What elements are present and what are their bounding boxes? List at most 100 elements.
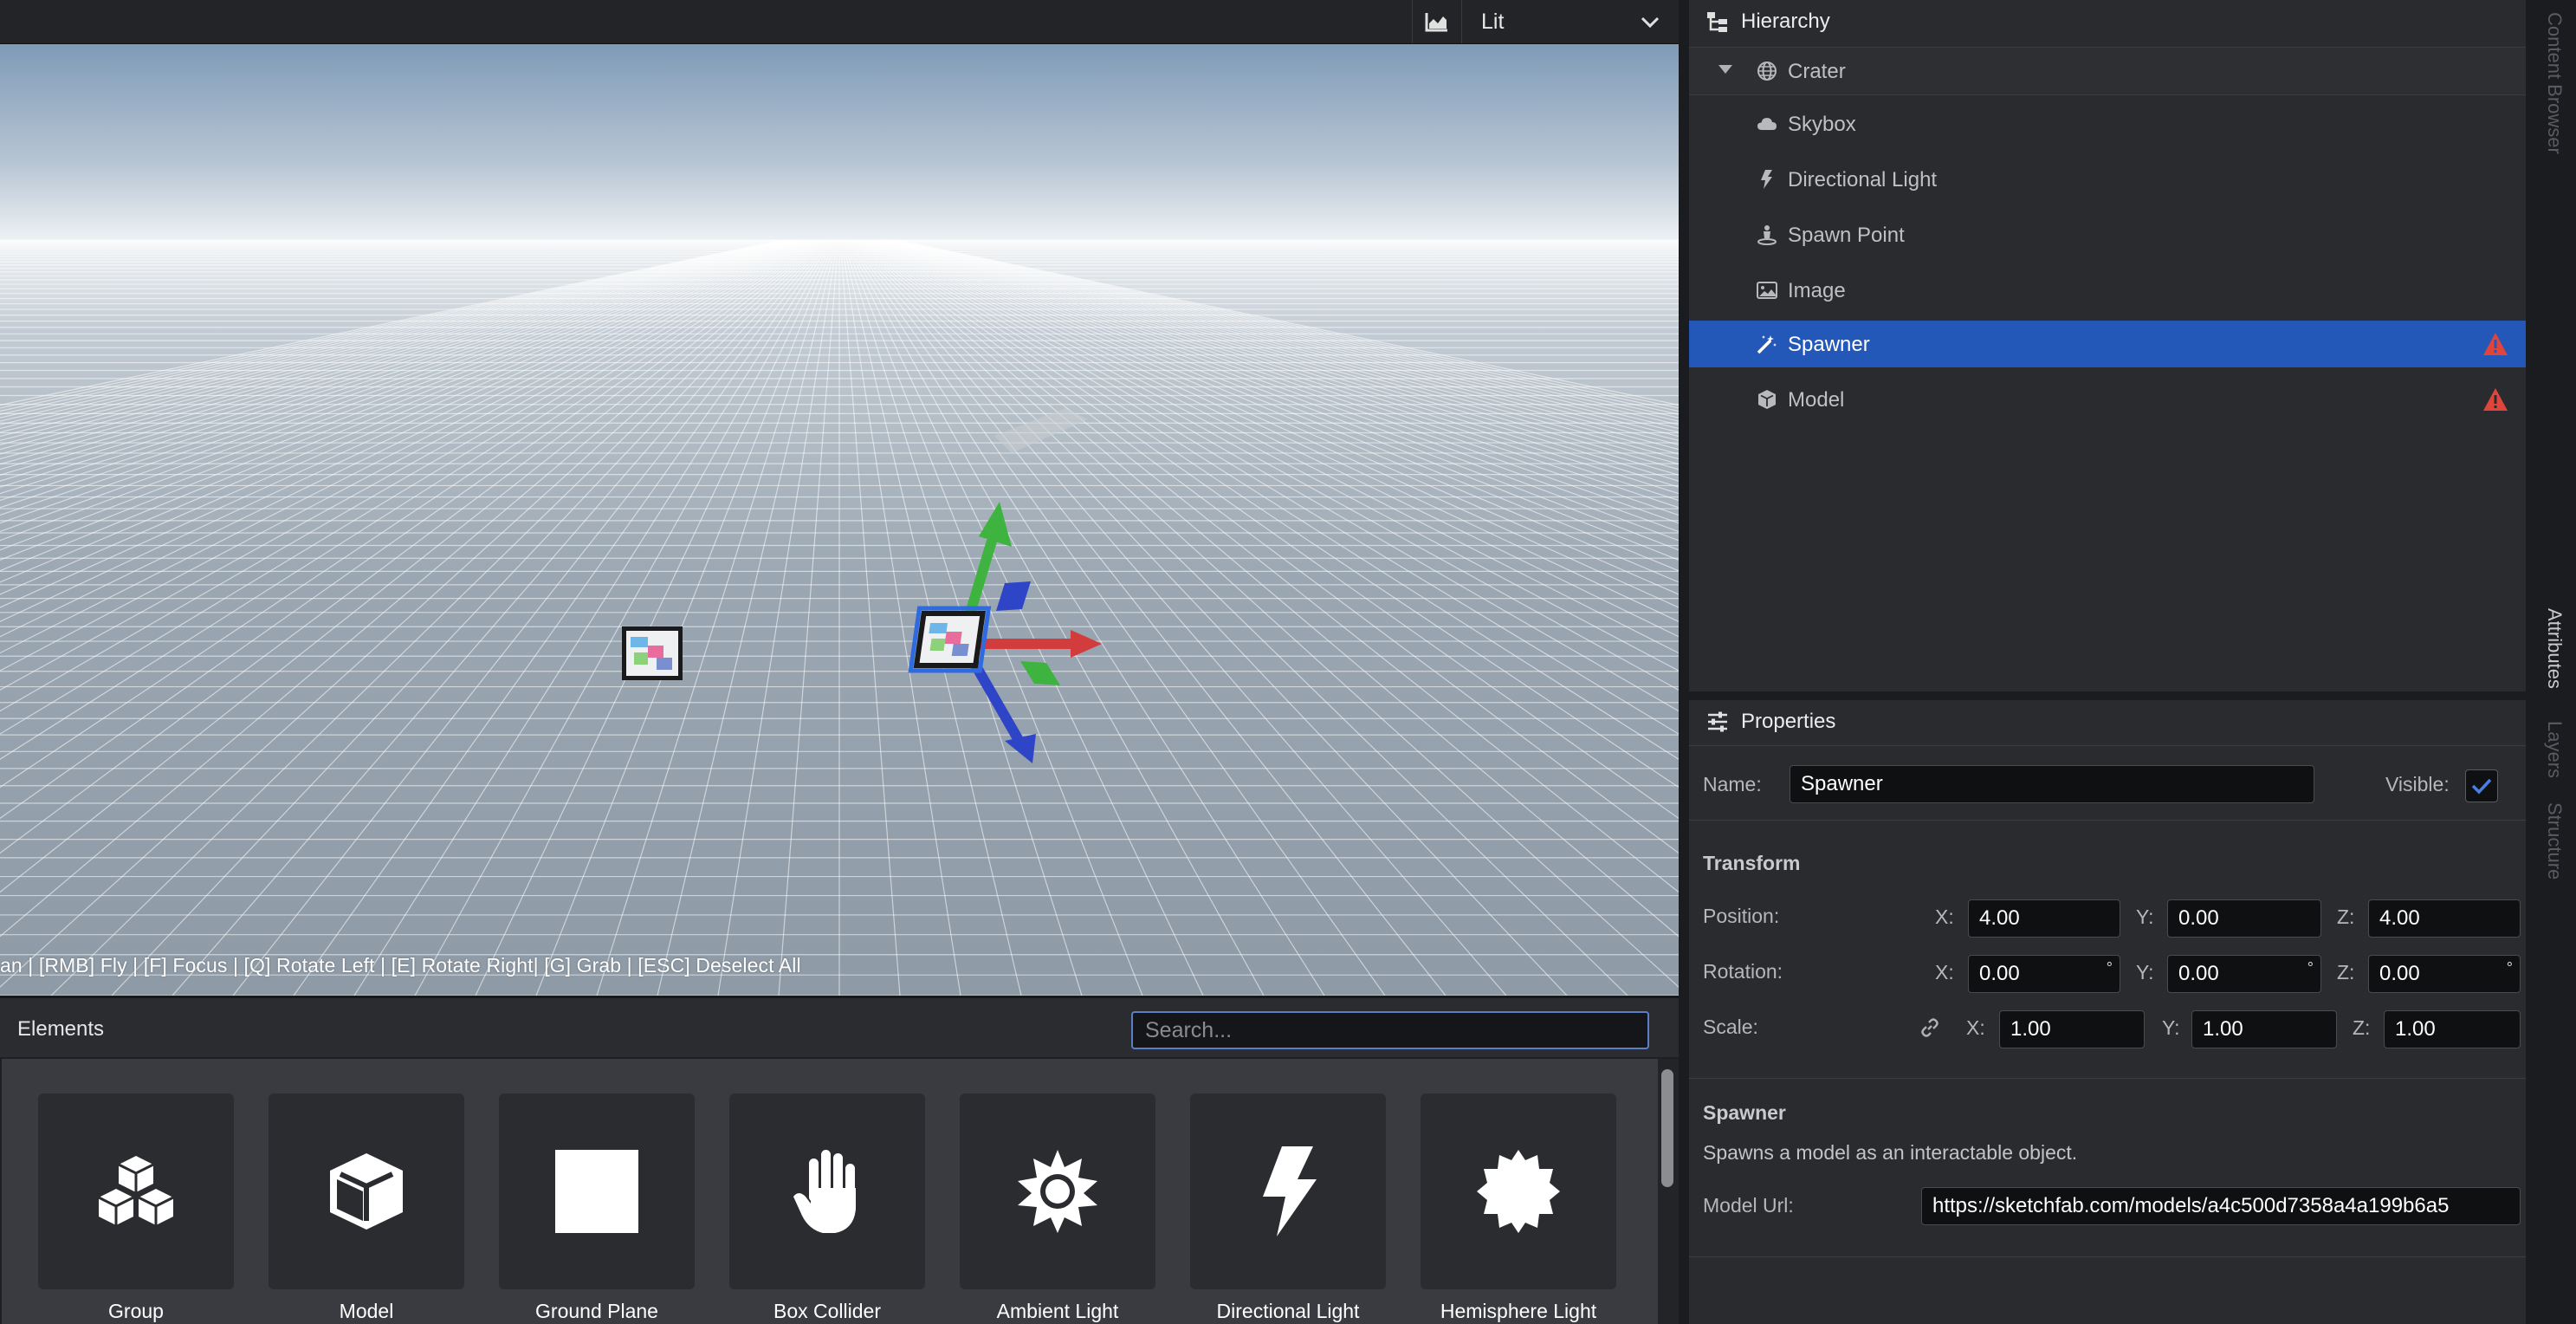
scale-y-input[interactable]: 1.00 [2191, 1010, 2337, 1048]
tree-item-label: Spawn Point [1788, 224, 1905, 247]
rotation-y-label: Y: [2136, 961, 2154, 983]
element-box-collider[interactable]: Box Collider [729, 1094, 925, 1323]
elements-panel: Elements Group [0, 996, 1679, 1324]
element-ambient-light[interactable]: Ambient Light [960, 1094, 1155, 1323]
tab-structure[interactable]: Structure [2543, 802, 2566, 879]
magic-wand-icon [1757, 334, 1777, 354]
visible-label: Visible: [2385, 773, 2450, 795]
name-input[interactable]: Spawner [1790, 765, 2314, 803]
scene-viewport[interactable]: an | [RMB] Fly | [F] Focus | [Q] Rotate … [0, 44, 1679, 996]
tree-item-spawn-point[interactable]: Spawn Point [1689, 211, 2526, 258]
tree-item-crater[interactable]: Crater [1689, 47, 2526, 95]
rotation-label: Rotation: [1703, 960, 1783, 983]
hierarchy-title: Hierarchy [1741, 10, 1830, 33]
element-label: Hemisphere Light [1440, 1300, 1597, 1322]
properties-title: Properties [1741, 710, 1836, 733]
rotation-z-label: Z: [2337, 961, 2355, 983]
scale-y-label: Y: [2162, 1016, 2180, 1039]
scale-x-label: X: [1966, 1016, 1985, 1039]
elements-search-input[interactable] [1131, 1011, 1649, 1049]
elements-title: Elements [17, 1017, 105, 1041]
hierarchy-panel: Hierarchy Crater Skybox Directional Ligh… [1689, 0, 2526, 691]
position-label: Position: [1703, 905, 1780, 927]
cube-icon [1757, 389, 1777, 410]
scale-label: Scale: [1703, 1016, 1758, 1038]
component-description: Spawns a model as an interactable object… [1703, 1141, 2078, 1164]
element-label: Directional Light [1216, 1300, 1360, 1322]
rotation-x-label: X: [1935, 961, 1954, 983]
tab-content-browser[interactable]: Content Browser [2543, 12, 2566, 154]
viewport-controls-hint: an | [RMB] Fly | [F] Focus | [Q] Rotate … [0, 954, 801, 977]
cloud-icon [1757, 114, 1777, 134]
viewport-toolbar: Lit [0, 0, 1679, 44]
elements-grid: Group Model Ground Plane Box Collider Am… [2, 1059, 1658, 1324]
tree-item-label: Skybox [1788, 113, 1856, 136]
tree-item-label: Crater [1788, 60, 1846, 83]
properties-header: Properties [1689, 700, 2526, 743]
tree-item-directional-light[interactable]: Directional Light [1689, 156, 2526, 203]
chevron-down-icon [1641, 16, 1660, 29]
position-z-label: Z: [2337, 905, 2355, 928]
position-y-input[interactable]: 0.00 [2167, 899, 2321, 938]
scale-z-label: Z: [2353, 1016, 2371, 1039]
inspector-column: Hierarchy Crater Skybox Directional Ligh… [1679, 0, 2536, 1324]
elements-scrollbar-thumb[interactable] [1661, 1069, 1673, 1187]
scale-z-input[interactable]: 1.00 [2384, 1010, 2521, 1048]
tree-item-label: Spawner [1788, 333, 1870, 356]
bolt-icon [1263, 1146, 1317, 1236]
element-label: Box Collider [773, 1300, 881, 1322]
element-label: Ground Plane [535, 1300, 658, 1322]
burst-icon [1477, 1150, 1560, 1233]
hand-icon [793, 1150, 856, 1233]
element-label: Model [339, 1300, 394, 1322]
bolt-icon [1757, 169, 1777, 190]
globe-icon [1757, 61, 1777, 81]
component-title: Spawner [1703, 1101, 1786, 1124]
tree-item-spawner[interactable]: Spawner [1689, 321, 2526, 367]
chart-icon [1425, 13, 1447, 32]
image-billboard-icon[interactable] [622, 626, 683, 680]
link-icon[interactable] [1919, 1017, 1940, 1038]
sky [0, 44, 1679, 242]
name-label: Name: [1703, 773, 1762, 795]
tree-item-image[interactable]: Image [1689, 267, 2526, 314]
cube-icon [330, 1153, 403, 1230]
viewport-canvas[interactable] [0, 44, 1679, 996]
caret-down-icon[interactable] [1718, 65, 1732, 75]
element-group[interactable]: Group [38, 1094, 234, 1323]
tree-item-label: Image [1788, 279, 1846, 302]
tree-item-skybox[interactable]: Skybox [1689, 101, 2526, 147]
warning-icon [2483, 333, 2508, 355]
transform-title: Transform [1703, 852, 1801, 874]
image-icon [1757, 280, 1777, 301]
cubes-icon [98, 1156, 174, 1225]
stats-button[interactable] [1412, 0, 1462, 43]
elements-scrollbar[interactable] [1658, 1059, 1679, 1324]
element-model[interactable]: Model [269, 1094, 464, 1323]
tree-item-label: Directional Light [1788, 168, 1938, 191]
element-ground-plane[interactable]: Ground Plane [499, 1094, 695, 1323]
element-directional-light[interactable]: Directional Light [1190, 1094, 1386, 1323]
model-url-label: Model Url: [1703, 1194, 1794, 1217]
sun-icon [1018, 1150, 1097, 1233]
position-z-input[interactable]: 4.00 [2368, 899, 2521, 938]
position-x-input[interactable]: 4.00 [1968, 899, 2120, 938]
model-url-input[interactable]: https://sketchfab.com/models/a4c500d7358… [1921, 1187, 2521, 1225]
rotation-y-input[interactable]: 0.00 ° [2167, 955, 2321, 993]
tab-attributes[interactable]: Attributes [2543, 608, 2566, 689]
hierarchy-icon [1706, 10, 1729, 33]
scale-x-input[interactable]: 1.00 [1999, 1010, 2145, 1048]
element-hemisphere-light[interactable]: Hemisphere Light [1421, 1094, 1616, 1323]
tree-item-label: Model [1788, 388, 1845, 412]
visible-checkbox[interactable] [2465, 769, 2498, 802]
rotation-z-input[interactable]: 0.00 ° [2368, 955, 2521, 993]
shading-mode-value: Lit [1481, 9, 1505, 34]
hierarchy-header: Hierarchy [1689, 0, 2526, 43]
tree-item-model[interactable]: Model [1689, 376, 2526, 423]
position-y-label: Y: [2136, 905, 2154, 928]
shading-mode-select[interactable]: Lit [1462, 0, 1679, 43]
rotation-x-input[interactable]: 0.00 ° [1968, 955, 2120, 993]
tab-layers[interactable]: Layers [2543, 721, 2566, 778]
warning-icon [2483, 388, 2508, 411]
spawn-icon [1757, 224, 1777, 245]
